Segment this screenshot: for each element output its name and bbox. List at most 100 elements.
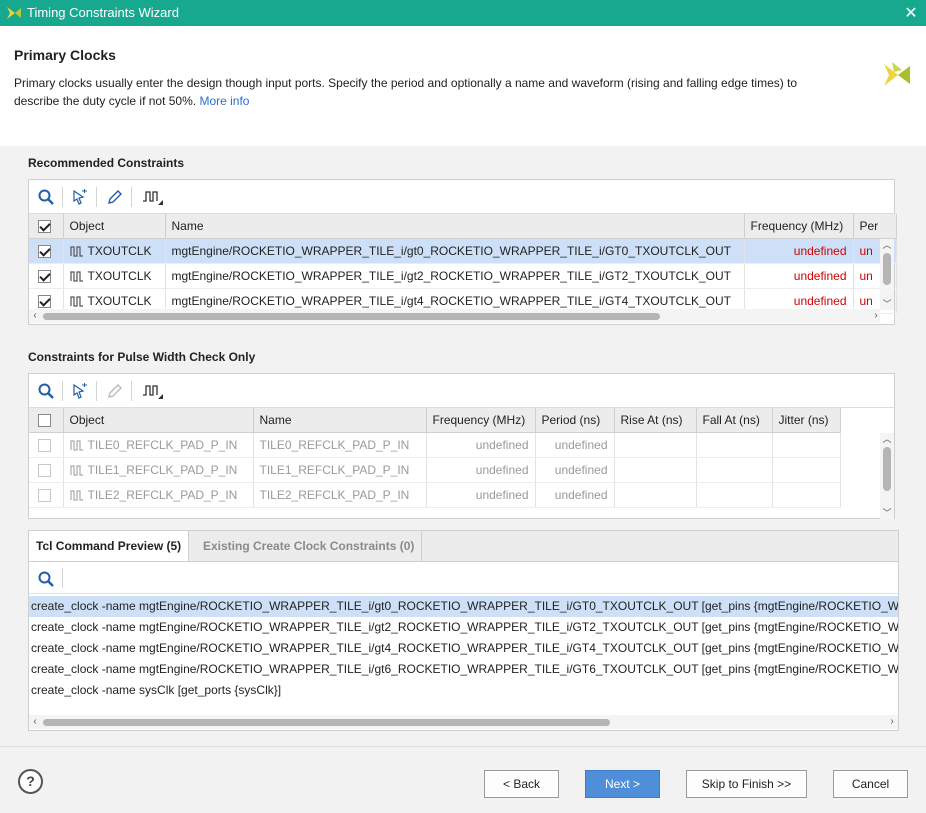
name-cell: mgtEngine/ROCKETIO_WRAPPER_TILE_i/gt0_RO… [165,238,745,264]
scrollbar-thumb[interactable] [43,719,610,726]
pulse-toolbar [29,374,894,408]
select-cursor-icon[interactable] [71,188,89,206]
scroll-right-icon[interactable]: › [886,715,898,729]
scroll-down-icon[interactable]: ﹀ [880,298,894,310]
waveform-icon[interactable] [142,188,164,206]
row-checkbox[interactable] [29,482,64,508]
search-icon[interactable] [37,570,55,588]
table-header-row: Object Name Frequency (MHz) Per [29,214,897,239]
table-row[interactable]: TXOUTCLK mgtEngine/ROCKETIO_WRAPPER_TILE… [29,238,897,264]
clock-port-icon [69,465,83,476]
tab-tcl-command-preview[interactable]: Tcl Command Preview (5) [29,531,190,562]
column-header-period[interactable]: Period (ns) [535,408,615,433]
scroll-down-icon[interactable]: ﹀ [880,507,894,519]
pulse-table: Object Name Frequency (MHz) Period (ns) … [29,408,841,508]
frequency-cell[interactable]: undefined [744,238,854,264]
tab-existing-create-clock[interactable]: Existing Create Clock Constraints (0) [196,531,423,562]
title-bar: Timing Constraints Wizard ✕ [0,0,926,26]
close-icon[interactable]: ✕ [902,3,920,23]
clock-port-icon [69,490,83,501]
rise-cell [614,457,697,483]
vivado-logo-icon [7,7,21,19]
column-header-fall-at[interactable]: Fall At (ns) [696,408,773,433]
cancel-button[interactable]: Cancel [833,770,908,798]
column-header-name[interactable]: Name [253,408,427,433]
column-header-object[interactable]: Object [63,214,166,239]
more-info-link[interactable]: More info [199,94,249,108]
column-header-jitter[interactable]: Jitter (ns) [772,408,841,433]
horizontal-scrollbar[interactable]: ‹ › [29,309,880,323]
recommended-toolbar [29,180,894,214]
jitter-cell [772,482,841,508]
table-row[interactable]: TILE1_REFCLK_PAD_P_IN TILE1_REFCLK_PAD_P… [29,457,841,483]
toolbar-divider [62,187,63,207]
tcl-toolbar [29,562,898,594]
clock-port-icon [69,440,83,451]
column-header-rise-at[interactable]: Rise At (ns) [614,408,697,433]
row-checkbox[interactable] [29,432,64,458]
scrollbar-thumb[interactable] [883,447,891,491]
select-all-checkbox[interactable] [29,408,64,433]
column-header-frequency[interactable]: Frequency (MHz) [744,214,854,239]
next-button[interactable]: Next > [585,770,660,798]
column-header-frequency[interactable]: Frequency (MHz) [426,408,536,433]
toolbar-divider [131,381,132,401]
scroll-right-icon[interactable]: › [870,309,882,323]
tcl-line[interactable]: create_clock -name mgtEngine/ROCKETIO_WR… [29,659,898,680]
waveform-icon[interactable] [142,382,164,400]
name-cell: TILE1_REFCLK_PAD_P_IN [253,457,427,483]
recommended-table: Object Name Frequency (MHz) Per TXOUTCLK… [29,214,897,314]
object-cell: TILE2_REFCLK_PAD_P_IN [63,482,254,508]
tcl-line[interactable]: create_clock -name sysClk [get_ports {sy… [29,680,898,701]
wizard-footer: ? < Back Next > Skip to Finish >> Cancel [0,746,926,813]
skip-to-finish-button[interactable]: Skip to Finish >> [686,770,807,798]
scrollbar-thumb[interactable] [43,313,660,320]
table-row[interactable]: TILE2_REFCLK_PAD_P_IN TILE2_REFCLK_PAD_P… [29,482,841,508]
scrollbar-thumb[interactable] [883,253,891,285]
object-cell: TXOUTCLK [63,263,166,289]
select-all-checkbox[interactable] [29,214,64,239]
page-description: Primary clocks usually enter the design … [14,74,844,110]
clock-port-icon [69,296,83,307]
tcl-line[interactable]: create_clock -name mgtEngine/ROCKETIO_WR… [29,638,898,659]
row-checkbox[interactable] [29,457,64,483]
search-icon[interactable] [37,382,55,400]
fall-cell [696,482,773,508]
scroll-left-icon[interactable]: ‹ [29,309,41,323]
scroll-up-icon[interactable]: ︿ [880,239,894,251]
column-header-object[interactable]: Object [63,408,254,433]
help-icon[interactable]: ? [18,769,43,794]
scroll-up-icon[interactable]: ︿ [880,433,894,445]
column-header-name[interactable]: Name [165,214,745,239]
edit-pencil-icon[interactable] [106,188,124,206]
rise-cell [614,432,697,458]
clock-port-icon [69,246,83,257]
table-row[interactable]: TXOUTCLK mgtEngine/ROCKETIO_WRAPPER_TILE… [29,263,897,289]
page-header: Primary Clocks Primary clocks usually en… [0,26,926,146]
pulse-section-title: Constraints for Pulse Width Check Only [28,350,256,364]
object-cell: TILE1_REFCLK_PAD_P_IN [63,457,254,483]
search-icon[interactable] [37,188,55,206]
table-row[interactable]: TILE0_REFCLK_PAD_P_IN TILE0_REFCLK_PAD_P… [29,432,841,458]
select-cursor-icon[interactable] [71,382,89,400]
tcl-line[interactable]: create_clock -name mgtEngine/ROCKETIO_WR… [29,596,898,617]
bottom-tabs: Tcl Command Preview (5) Existing Create … [28,530,899,562]
back-button[interactable]: < Back [484,770,559,798]
period-cell: undefined [535,457,615,483]
vertical-scrollbar[interactable]: ︿ ﹀ [880,433,894,519]
vertical-scrollbar[interactable]: ︿ ﹀ [880,239,894,310]
horizontal-scrollbar[interactable]: ‹ › [29,715,898,729]
jitter-cell [772,457,841,483]
frequency-cell[interactable]: undefined [744,263,854,289]
scroll-left-icon[interactable]: ‹ [29,715,41,729]
object-cell: TXOUTCLK [63,238,166,264]
tcl-preview-panel: create_clock -name mgtEngine/ROCKETIO_WR… [28,561,899,731]
jitter-cell [772,432,841,458]
tcl-line[interactable]: create_clock -name mgtEngine/ROCKETIO_WR… [29,617,898,638]
column-header-period[interactable]: Per [853,214,897,239]
row-checkbox[interactable] [29,263,64,289]
frequency-cell: undefined [426,432,536,458]
table-header-row: Object Name Frequency (MHz) Period (ns) … [29,408,841,433]
frequency-cell: undefined [426,457,536,483]
row-checkbox[interactable] [29,238,64,264]
